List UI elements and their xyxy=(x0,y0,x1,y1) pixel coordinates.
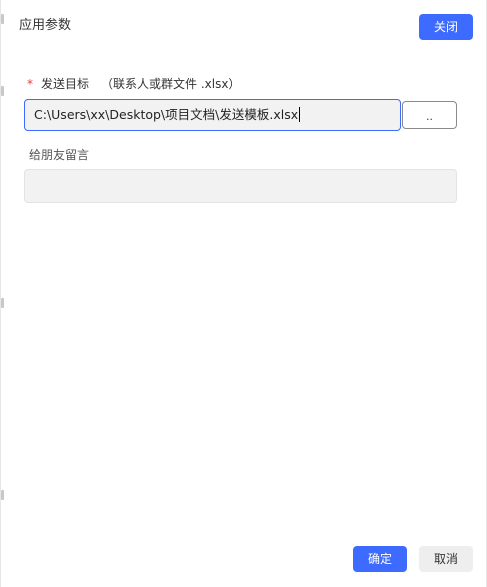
app-params-dialog: 应用参数 关闭 * 发送目标 （联系人或群文件 .xlsx） C:\Users\xx… xyxy=(0,0,487,587)
background-window-edge xyxy=(1,0,5,587)
target-path-value: C:\Users\xx\Desktop\项目文档\发送模板.xlsx xyxy=(34,107,299,122)
message-input[interactable] xyxy=(24,169,457,203)
message-field-label: 给朋友留言 xyxy=(29,148,90,162)
text-caret xyxy=(299,107,301,122)
browse-button[interactable]: .. xyxy=(402,101,457,129)
cancel-button[interactable]: 取消 xyxy=(419,546,473,572)
required-mark: * xyxy=(27,77,33,91)
target-label-text: 发送目标 xyxy=(41,77,90,91)
close-button[interactable]: 关闭 xyxy=(419,14,473,40)
target-label-hint: （联系人或群文件 .xlsx） xyxy=(101,77,241,91)
confirm-button[interactable]: 确定 xyxy=(353,546,407,572)
target-field-label: * 发送目标 （联系人或群文件 .xlsx） xyxy=(27,76,240,92)
dialog-title: 应用参数 xyxy=(19,18,72,33)
target-path-input[interactable]: C:\Users\xx\Desktop\项目文档\发送模板.xlsx xyxy=(24,99,401,131)
